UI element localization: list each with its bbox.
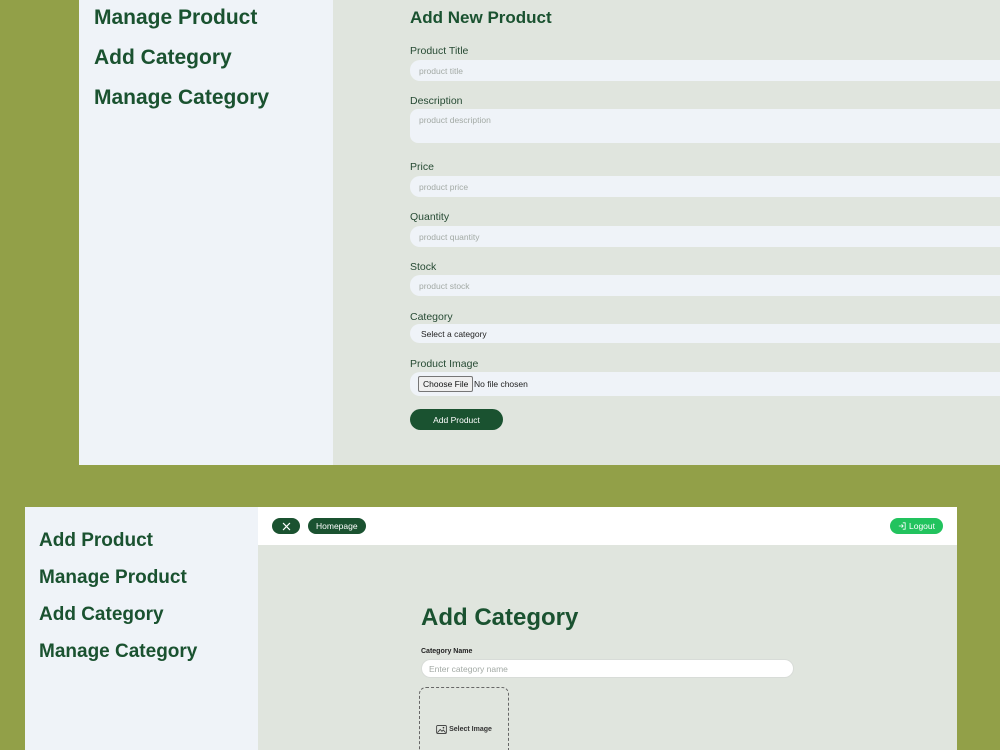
add-product-button[interactable]: Add Product [410,409,503,430]
close-icon [282,522,290,530]
product-image-label: Product Image [410,358,479,370]
sidebar-item-manage-product[interactable]: Manage Product [94,6,257,30]
price-input[interactable] [410,176,1000,197]
add-category-screen: Add Product Manage Product Add Category … [25,507,957,750]
sidebar-item-manage-category[interactable]: Manage Category [94,86,269,110]
top-bar: Homepage Logout [258,507,957,545]
image-icon [436,725,447,734]
close-sidebar-button[interactable] [272,518,300,534]
sidebar: Add Product Manage Product Add Category … [25,507,258,750]
category-label: Category [410,311,453,323]
description-textarea[interactable] [410,109,1000,143]
stock-input[interactable] [410,275,1000,296]
sidebar: Manage Product Add Category Manage Categ… [79,0,333,465]
main-content: Add Category Category Name Select Image [258,545,957,750]
product-image-file-input[interactable]: Choose File No file chosen [410,372,1000,396]
sidebar-item-add-category[interactable]: Add Category [94,46,232,70]
quantity-input[interactable] [410,226,1000,247]
sidebar-item-add-product[interactable]: Add Product [39,530,153,552]
category-name-input[interactable] [421,659,794,678]
sidebar-item-manage-product[interactable]: Manage Product [39,567,187,589]
category-select[interactable]: Select a category [410,324,1000,343]
sidebar-item-manage-category[interactable]: Manage Category [39,641,197,663]
choose-file-button[interactable]: Choose File [418,376,474,392]
logout-icon [898,522,906,530]
price-label: Price [410,161,434,173]
product-title-label: Product Title [410,45,469,57]
description-label: Description [410,95,463,107]
logout-label: Logout [909,521,935,531]
add-product-screen: Manage Product Add Category Manage Categ… [79,0,1000,465]
homepage-button[interactable]: Homepage [308,518,366,534]
image-dropzone[interactable]: Select Image [419,687,509,750]
file-status-text: No file chosen [474,379,528,389]
logout-button[interactable]: Logout [890,518,943,534]
category-name-label: Category Name [421,648,473,655]
product-title-input[interactable] [410,60,1000,81]
page-title: Add New Product [410,8,552,27]
page-title: Add Category [421,604,579,631]
stock-label: Stock [410,261,437,273]
main-content: Add New Product Product Title Descriptio… [333,0,1000,465]
sidebar-item-add-category[interactable]: Add Category [39,604,164,626]
select-image-label: Select Image [449,726,492,733]
quantity-label: Quantity [410,211,450,223]
